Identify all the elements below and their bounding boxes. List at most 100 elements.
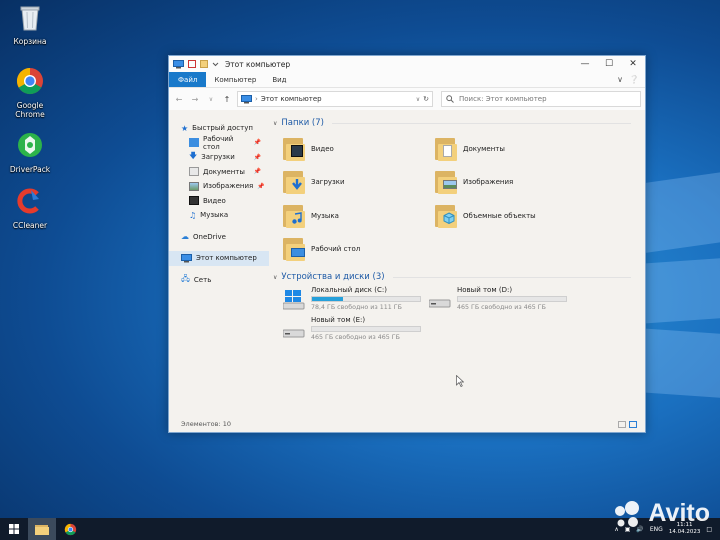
videos-folder-icon [283,136,305,162]
large-icons-view-icon[interactable] [629,420,637,428]
expand-ribbon-icon[interactable]: ∨ [617,75,623,84]
nav-item-desktop[interactable]: Рабочий стол 📌 [169,135,269,151]
documents-folder-icon [435,136,457,162]
search-input[interactable]: Поиск: Этот компьютер [441,91,641,107]
chevron-down-icon[interactable]: ∨ [416,96,420,103]
ribbon-controls: ∨ ❔ [617,72,645,87]
breadcrumb-this-pc[interactable]: Этот компьютер [261,95,413,103]
desktop-icon-chrome[interactable]: Google Chrome [0,66,60,119]
network-icon: 🖧 [181,273,190,283]
refresh-icon[interactable]: ↻ [423,95,429,103]
start-button[interactable] [0,518,28,540]
navigation-pane: ★ Быстрый доступ Рабочий стол 📌 🡇 Загруз… [169,111,269,416]
new-folder-icon[interactable] [200,60,208,68]
help-icon[interactable]: ❔ [629,75,639,84]
clock-date: 14.04.2023 [668,529,701,535]
close-button[interactable]: ✕ [621,56,645,72]
folder-videos[interactable]: Видео [283,132,435,166]
folder-label: Видео [311,144,334,153]
recent-locations-icon[interactable]: ∨ [205,96,217,103]
drive-free-space: 465 ГБ свободно из 465 ГБ [311,334,400,341]
computer-icon [173,59,184,68]
folder-label: Рабочий стол [311,245,361,254]
title-bar[interactable]: Этот компьютер — ☐ ✕ [169,56,645,72]
tab-view[interactable]: Вид [264,72,294,87]
drive-free-space: 78,4 ГБ свободно из 111 ГБ [311,304,402,311]
nav-label: Быстрый доступ [192,124,253,133]
drive-icon [283,329,305,338]
drive-c[interactable]: Локальный диск (C:) 78,4 ГБ свободно из … [283,286,429,312]
desktop-icon-label: CCleaner [12,221,48,230]
drives-grid: Локальный диск (C:) 78,4 ГБ свободно из … [273,286,645,342]
nav-label: Видео [203,196,226,205]
recycle-bin-icon [20,6,40,31]
star-icon: ★ [181,123,189,133]
nav-label: Музыка [200,211,229,220]
music-note-icon: ♫ [189,210,197,220]
minimize-button[interactable]: — [573,56,597,72]
chevron-down-icon[interactable] [212,61,219,67]
taskbar-chrome-button[interactable] [56,518,84,540]
3d-objects-folder-icon [435,203,457,229]
breadcrumb-chevron-icon[interactable]: › [255,95,258,103]
drive-d[interactable]: Новый том (D:) 465 ГБ свободно из 465 ГБ [429,286,589,312]
nav-item-documents[interactable]: Документы 📌 [169,165,269,180]
folder-3d-objects[interactable]: Объемные объекты [435,199,605,233]
forward-arrow-icon[interactable]: → [189,95,201,104]
details-view-icon[interactable] [618,420,626,428]
properties-icon[interactable] [188,60,196,68]
nav-this-pc[interactable]: Этот компьютер [169,251,269,266]
nav-quick-access[interactable]: ★ Быстрый доступ [169,121,269,136]
explorer-body: ★ Быстрый доступ Рабочий стол 📌 🡇 Загруз… [169,111,645,416]
computer-icon [181,253,192,263]
nav-item-music[interactable]: ♫ Музыка [169,208,269,223]
desktop-icon-label: Google Chrome [15,101,45,119]
watermark-text: Avito [648,499,710,527]
quick-access-toolbar [173,59,219,69]
chevron-down-icon: ∨ [273,119,278,127]
taskbar-explorer-button[interactable] [28,518,56,540]
folder-documents[interactable]: Документы [435,132,605,166]
folder-label: Музыка [311,211,339,220]
nav-item-videos[interactable]: Видео [169,194,269,209]
nav-item-pictures[interactable]: Изображения 📌 [169,179,269,194]
address-path-box[interactable]: › Этот компьютер ∨ ↻ [237,91,433,107]
avito-logo-icon [615,500,640,527]
drives-group-header[interactable]: ∨ Устройства и диски (3) [273,272,645,282]
drive-e[interactable]: Новый том (E:) 465 ГБ свободно из 465 ГБ [283,316,429,342]
folder-desktop[interactable]: Рабочий стол [283,233,435,267]
explorer-window[interactable]: Этот компьютер — ☐ ✕ Файл Компьютер Вид … [168,55,646,433]
nav-onedrive[interactable]: ☁ OneDrive [169,230,269,245]
cloud-icon: ☁ [181,232,189,242]
address-bar: ← → ∨ ↑ › Этот компьютер ∨ ↻ Поиск: Этот… [169,88,645,110]
desktop-folder-icon [283,236,305,262]
drive-name: Локальный диск (C:) [311,286,387,294]
content-pane: ∨ Папки (7) Видео Документы Загрузки Изо… [269,111,645,416]
pictures-icon [189,181,199,191]
up-arrow-icon[interactable]: ↑ [221,95,233,104]
drive-name: Новый том (E:) [311,316,366,324]
folder-music[interactable]: Музыка [283,199,435,233]
nav-network[interactable]: 🖧 Сеть [169,273,269,288]
folder-label: Объемные объекты [463,211,536,220]
desktop-icon-driverpack[interactable]: DriverPack [0,130,60,175]
back-arrow-icon[interactable]: ← [173,95,185,104]
desktop-icon-ccleaner[interactable]: CCleaner [0,186,60,231]
pin-icon: 📌 [253,168,261,176]
folder-downloads[interactable]: Загрузки [283,166,435,200]
tab-file[interactable]: Файл [169,72,207,87]
drive-free-space: 465 ГБ свободно из 465 ГБ [457,304,546,311]
chrome-icon [64,523,76,535]
documents-icon [189,167,199,177]
search-placeholder: Поиск: Этот компьютер [459,95,547,103]
desktop-icon-recycle-bin[interactable]: Корзина [0,2,60,47]
tab-computer[interactable]: Компьютер [206,72,264,87]
nav-label: Загрузки [201,153,235,162]
maximize-button[interactable]: ☐ [597,56,621,72]
window-title: Этот компьютер [225,59,291,69]
folders-group-header[interactable]: ∨ Папки (7) [273,118,645,128]
downloads-folder-icon [283,169,305,195]
nav-item-downloads[interactable]: 🡇 Загрузки 📌 [169,150,269,165]
folder-pictures[interactable]: Изображения [435,166,605,200]
pin-icon: 📌 [253,153,261,161]
